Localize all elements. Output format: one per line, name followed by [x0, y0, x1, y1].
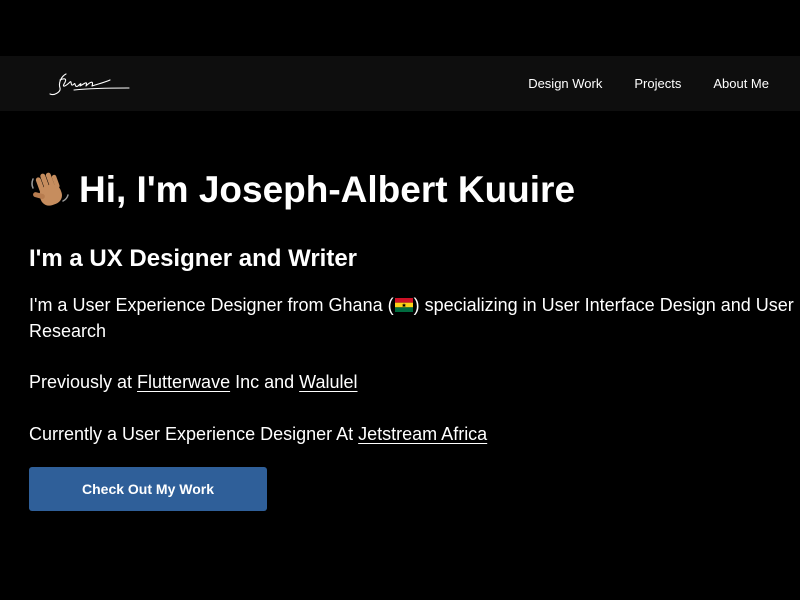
current-role-paragraph: Currently a User Experience Designer At …: [29, 421, 487, 447]
hero-subtitle: I'm a UX Designer and Writer: [29, 245, 358, 272]
hero-section: Hi, I'm Joseph-Albert Kuuire I'm a UX De…: [29, 168, 794, 444]
intro-paragraph: I'm a User Experience Designer from Ghan…: [29, 292, 794, 344]
intro-text-before-flag: I'm a User Experience Designer from Ghan…: [29, 295, 394, 315]
jetstream-africa-link[interactable]: Jetstream Africa: [358, 424, 487, 444]
signature-logo-icon[interactable]: [44, 66, 134, 102]
top-navbar: Design Work Projects About Me: [0, 56, 800, 111]
previously-paragraph: Previously at Flutterwave Inc and Walule…: [29, 369, 358, 395]
previously-middle: Inc and: [230, 372, 300, 392]
hero-title-text: Hi, I'm Joseph-Albert Kuuire: [79, 169, 576, 210]
current-prefix: Currently a User Experience Designer At: [29, 424, 359, 444]
hero-title: Hi, I'm Joseph-Albert Kuuire: [29, 168, 794, 212]
ghana-flag-icon: [394, 293, 413, 312]
waving-hand-icon: [29, 169, 71, 211]
check-out-my-work-button[interactable]: Check Out My Work: [29, 467, 267, 511]
flutterwave-link[interactable]: Flutterwave: [137, 372, 230, 392]
nav-links: Design Work Projects About Me: [528, 56, 769, 111]
nav-link-design-work[interactable]: Design Work: [528, 76, 602, 91]
nav-link-about-me[interactable]: About Me: [713, 76, 769, 91]
nav-link-projects[interactable]: Projects: [634, 76, 681, 91]
previously-prefix: Previously at: [29, 372, 138, 392]
walulel-link[interactable]: Walulel: [299, 372, 357, 392]
